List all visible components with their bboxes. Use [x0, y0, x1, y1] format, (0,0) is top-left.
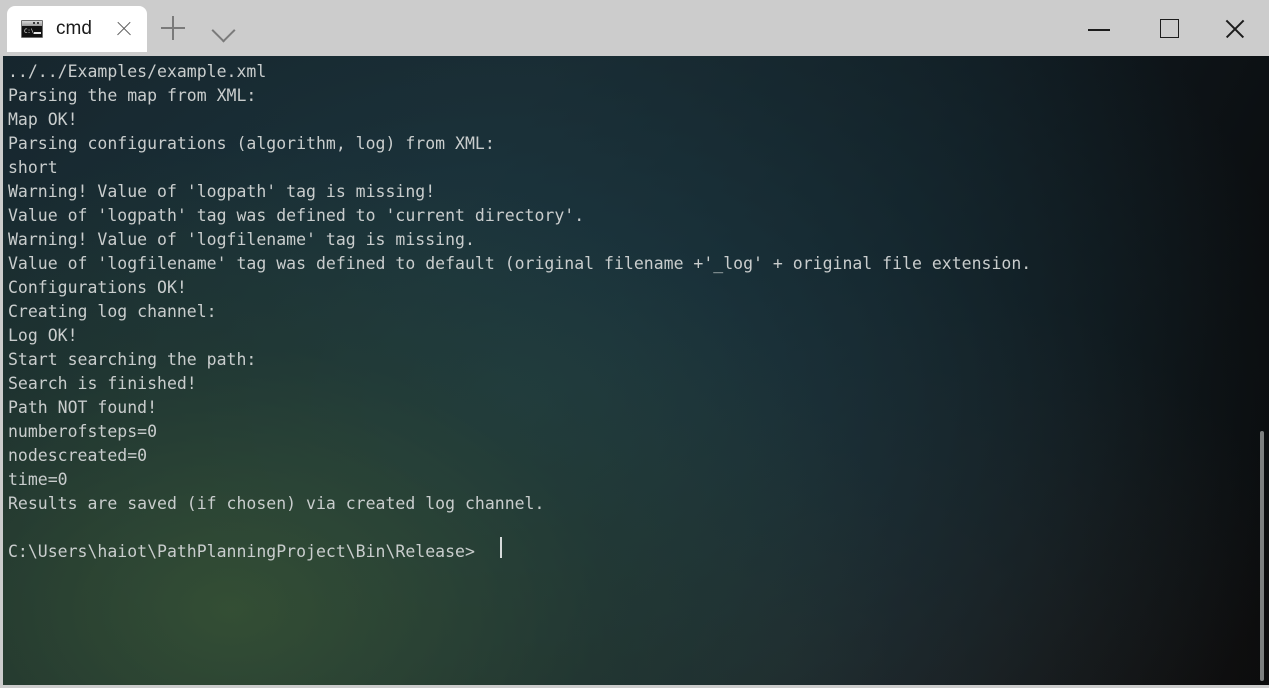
- minimize-button[interactable]: [1076, 0, 1123, 56]
- text-cursor: [500, 537, 502, 558]
- terminal-window: C:\ cmd ../../Examples/example.xml Parsi…: [0, 0, 1269, 688]
- close-icon: [1223, 28, 1247, 30]
- terminal-scrollbar[interactable]: [1253, 56, 1269, 685]
- tab-label: cmd: [56, 18, 92, 39]
- tab-dropdown-button[interactable]: [207, 12, 239, 44]
- minimize-icon: [1088, 29, 1110, 31]
- terminal-frame: ../../Examples/example.xml Parsing the m…: [0, 56, 1269, 688]
- tab-cmd[interactable]: C:\ cmd: [7, 6, 147, 52]
- console-output: ../../Examples/example.xml Parsing the m…: [8, 62, 1032, 561]
- console-icon-button: [33, 22, 35, 24]
- tab-strip: C:\ cmd: [0, 0, 147, 56]
- chevron-down-icon: [211, 18, 236, 43]
- console-icon-button: [37, 22, 39, 24]
- new-tab-button[interactable]: [157, 12, 189, 44]
- close-window-button[interactable]: [1211, 0, 1258, 56]
- tab-close-icon[interactable]: [111, 16, 137, 42]
- terminal-pane[interactable]: ../../Examples/example.xml Parsing the m…: [3, 56, 1269, 685]
- console-icon-prompt: C:\: [24, 28, 34, 35]
- scrollbar-thumb[interactable]: [1260, 431, 1264, 681]
- console-icon: C:\: [21, 20, 43, 38]
- console-icon-titlebar: [22, 21, 42, 26]
- maximize-icon: [1160, 19, 1179, 38]
- title-bar: C:\ cmd: [0, 0, 1269, 56]
- maximize-button[interactable]: [1146, 0, 1193, 56]
- console-icon-cursor: [34, 32, 41, 34]
